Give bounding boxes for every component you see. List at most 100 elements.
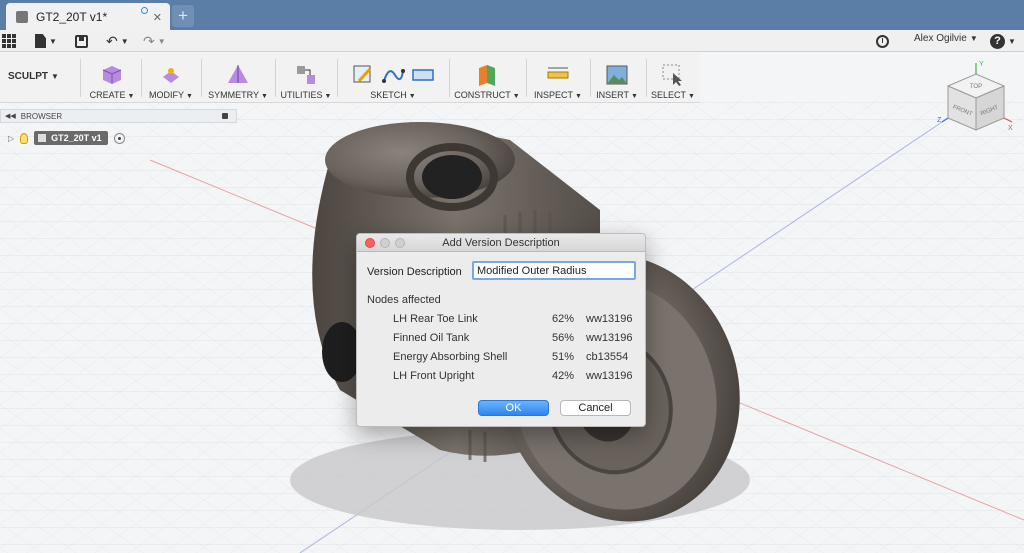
modify-label: MODIFY: [149, 90, 185, 100]
document-tab[interactable]: GT2_20T v1* ✕: [6, 3, 170, 30]
file-menu-button[interactable]: ▼: [35, 33, 57, 49]
file-icon: [35, 34, 46, 48]
axis-z-label: Z: [937, 117, 942, 124]
node-code: cb13554: [586, 350, 629, 363]
activate-radio-icon[interactable]: [113, 132, 125, 144]
node-name: LH Rear Toe Link: [393, 312, 478, 325]
nodes-affected-heading: Nodes affected: [367, 294, 441, 306]
sync-status-icon: [141, 7, 148, 14]
workspace-switcher[interactable]: SCULPT ▼: [8, 71, 59, 82]
list-item[interactable]: Energy Absorbing Shell 51% cb13554: [393, 347, 643, 366]
symmetry-menu[interactable]: SYMMETRY ▼: [206, 53, 270, 103]
version-description-input[interactable]: [472, 261, 636, 280]
browser-panel-header[interactable]: ◀◀ BROWSER: [0, 109, 237, 123]
utilities-icon: [297, 66, 315, 84]
sketch-rectangle-icon: [412, 69, 434, 81]
list-item[interactable]: Finned Oil Tank 56% ww13196: [393, 328, 643, 347]
view-cube[interactable]: TOP FRONT RIGHT Y X Z: [936, 58, 1016, 138]
sketch-label: SKETCH: [370, 90, 407, 100]
ribbon-toolbar: SCULPT ▼ CREATE ▼ MODIFY ▼ SYMMETRY ▼ UTILIT…: [0, 53, 700, 103]
axis-x-label: X: [1008, 125, 1013, 132]
add-version-description-dialog: Add Version Description Version Descript…: [356, 233, 646, 427]
save-button[interactable]: [75, 33, 88, 49]
node-code: ww13196: [586, 312, 633, 325]
node-percent: 62%: [552, 312, 575, 325]
sketch-menu[interactable]: SKETCH ▼: [342, 53, 444, 103]
close-tab-button[interactable]: ✕: [153, 11, 162, 24]
browser-root-node[interactable]: ▷ GT2_20T v1: [8, 130, 125, 146]
dialog-maximize-button[interactable]: [395, 238, 405, 248]
dialog-close-button[interactable]: [365, 238, 375, 248]
node-percent: 51%: [552, 350, 575, 363]
cube-top-label: TOP: [970, 84, 982, 90]
dialog-title: Add Version Description: [442, 237, 560, 249]
redo-icon: ↷: [143, 32, 155, 49]
browser-title: BROWSER: [20, 111, 63, 121]
box-icon: [102, 66, 122, 84]
node-name: LH Front Upright: [393, 369, 475, 382]
workspace-label: SCULPT: [8, 71, 48, 82]
pin-icon[interactable]: [222, 113, 228, 119]
title-tab-bar: GT2_20T v1* ✕ +: [0, 0, 1024, 30]
construct-label: CONSTRUCT: [454, 90, 511, 100]
quick-access-bar: ▼ ↶ ▼ ↷ ▼ ? ▼: [0, 30, 1024, 52]
undo-icon: ↶: [106, 32, 118, 49]
app-grid-button[interactable]: [2, 33, 16, 49]
document-icon: [16, 10, 28, 23]
symmetry-label: SYMMETRY: [208, 90, 259, 100]
inspect-label: INSPECT: [534, 90, 574, 100]
node-code: ww13196: [586, 369, 633, 382]
insert-image-icon: [606, 65, 628, 85]
set-screw-hole: [422, 155, 482, 199]
dialog-titlebar[interactable]: Add Version Description: [357, 234, 645, 252]
inspect-menu[interactable]: INSPECT ▼: [532, 53, 584, 103]
select-label: SELECT: [651, 90, 687, 100]
create-label: CREATE: [89, 90, 126, 100]
node-percent: 56%: [552, 331, 575, 344]
list-item[interactable]: LH Rear Toe Link 62% ww13196: [393, 309, 643, 328]
component-icon: [38, 134, 47, 142]
document-tab-title: GT2_20T v1*: [36, 9, 108, 24]
modify-menu[interactable]: MODIFY ▼: [146, 53, 196, 103]
dialog-minimize-button[interactable]: [380, 238, 390, 248]
list-item[interactable]: LH Front Upright 42% ww13196: [393, 366, 643, 385]
save-icon: [75, 34, 88, 48]
insert-label: INSERT: [596, 90, 629, 100]
user-name: Alex Ogilvie: [914, 33, 967, 44]
symmetry-icon: [228, 65, 248, 83]
select-menu[interactable]: SELECT ▼: [650, 53, 696, 103]
root-component[interactable]: GT2_20T v1: [34, 131, 108, 145]
version-description-label: Version Description: [367, 266, 462, 278]
edit-form-icon: [163, 68, 179, 83]
node-code: ww13196: [586, 331, 633, 344]
redo-button[interactable]: ↷ ▼: [143, 33, 166, 49]
job-status-button[interactable]: [876, 33, 889, 49]
user-menu[interactable]: Alex Ogilvie ▼: [914, 33, 978, 44]
utilities-label: UTILITIES: [280, 90, 323, 100]
node-name: Energy Absorbing Shell: [393, 350, 508, 363]
root-component-label: GT2_20T v1: [51, 133, 102, 143]
ok-button[interactable]: OK: [478, 400, 549, 416]
help-icon: ?: [990, 33, 1005, 49]
clock-icon: [876, 34, 889, 48]
grid-icon: [2, 34, 16, 48]
undo-button[interactable]: ↶ ▼: [106, 33, 129, 49]
create-menu[interactable]: CREATE ▼: [88, 53, 136, 103]
plane-icon: [479, 65, 495, 86]
create-sketch-icon: [353, 65, 372, 83]
nodes-affected-list: LH Rear Toe Link 62% ww13196 Finned Oil …: [393, 309, 643, 385]
select-cursor-icon: [662, 64, 682, 86]
collapse-browser-icon[interactable]: ◀◀: [5, 112, 16, 120]
axis-y-label: Y: [979, 61, 984, 68]
insert-menu[interactable]: INSERT ▼: [594, 53, 640, 103]
expand-triangle-icon[interactable]: ▷: [8, 134, 14, 143]
visibility-bulb-icon[interactable]: [20, 132, 29, 144]
node-name: Finned Oil Tank: [393, 331, 470, 344]
construct-menu[interactable]: CONSTRUCT ▼: [454, 53, 520, 103]
node-percent: 42%: [552, 369, 575, 382]
utilities-menu[interactable]: UTILITIES ▼: [280, 53, 332, 103]
measure-icon: [547, 67, 569, 79]
cancel-button[interactable]: Cancel: [560, 400, 631, 416]
new-tab-button[interactable]: +: [172, 5, 194, 27]
help-button[interactable]: ? ▼: [990, 33, 1016, 49]
